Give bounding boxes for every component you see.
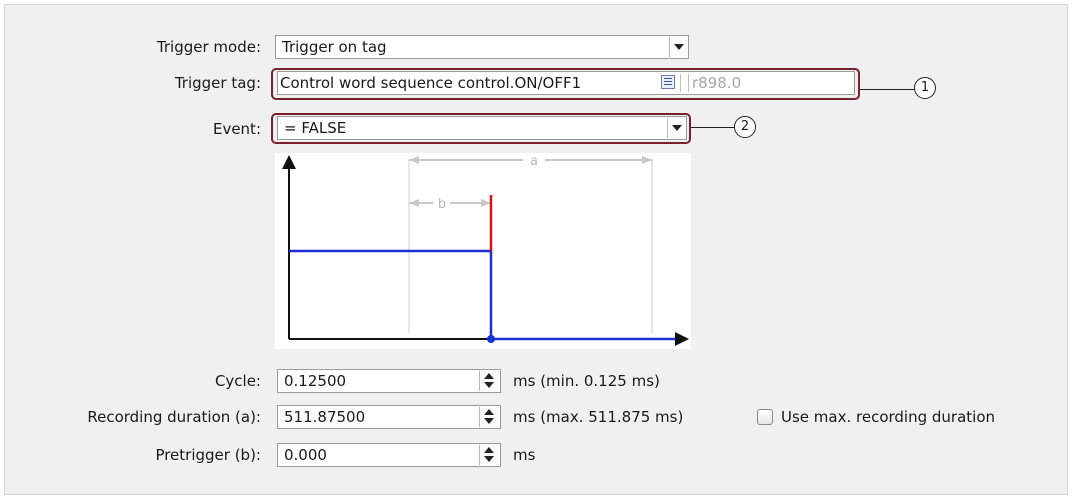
recording-duration-input[interactable]: 511.87500 <box>277 405 501 429</box>
trigger-diagram: a b <box>275 153 691 349</box>
trigger-settings-panel: Trigger mode: Trigger on tag Trigger tag… <box>4 4 1068 495</box>
cycle-value: 0.12500 <box>284 372 347 390</box>
pretrigger-value: 0.000 <box>284 446 327 464</box>
use-max-duration-label[interactable]: Use max. recording duration <box>781 407 995 427</box>
pretrigger-input[interactable]: 0.000 <box>277 443 501 467</box>
trigger-mode-dropdown[interactable]: Trigger on tag <box>275 35 689 59</box>
spin-down-icon[interactable] <box>484 456 494 462</box>
spin-up-icon[interactable] <box>484 447 494 453</box>
arrow-left-icon <box>409 156 419 164</box>
arrow-right-icon <box>675 332 689 346</box>
recording-duration-unit: ms (max. 511.875 ms) <box>513 408 684 426</box>
recording-duration-stepper[interactable] <box>479 407 499 427</box>
arrow-right-icon <box>481 199 491 207</box>
event-label: Event: <box>212 120 261 138</box>
spin-down-icon[interactable] <box>484 382 494 388</box>
callout-leader-1 <box>860 89 915 90</box>
trigger-point <box>487 335 495 343</box>
callout-highlight-2 <box>271 113 691 144</box>
trigger-mode-label: Trigger mode: <box>156 38 261 56</box>
spin-up-icon[interactable] <box>484 409 494 415</box>
signal-trace <box>289 249 675 341</box>
trigger-timing-svg: a b <box>282 154 689 346</box>
callout-leader-2 <box>691 127 735 128</box>
dimension-a-label: a <box>530 154 538 169</box>
use-max-duration-checkbox[interactable] <box>757 409 773 425</box>
trigger-mode-value: Trigger on tag <box>282 38 387 56</box>
spin-up-icon[interactable] <box>484 373 494 379</box>
trigger-tag-label: Trigger tag: <box>174 74 261 92</box>
callout-highlight-1 <box>271 68 860 100</box>
cycle-stepper[interactable] <box>479 371 499 391</box>
chevron-down-icon[interactable] <box>669 37 687 57</box>
pretrigger-stepper[interactable] <box>479 445 499 465</box>
arrow-left-icon <box>409 199 419 207</box>
pretrigger-label: Pretrigger (b): <box>155 446 261 464</box>
pretrigger-unit: ms <box>513 446 536 464</box>
recording-duration-value: 511.87500 <box>284 408 366 426</box>
callout-number-1: 1 <box>914 77 936 99</box>
cycle-unit: ms (min. 0.125 ms) <box>513 372 660 390</box>
callout-number-2: 2 <box>734 116 756 138</box>
spin-down-icon[interactable] <box>484 418 494 424</box>
cycle-label: Cycle: <box>214 372 261 390</box>
cycle-input[interactable]: 0.12500 <box>277 369 501 393</box>
dimension-b-label: b <box>438 197 446 212</box>
arrow-up-icon <box>282 155 296 169</box>
recording-duration-label: Recording duration (a): <box>87 408 261 426</box>
arrow-right-icon <box>642 156 652 164</box>
